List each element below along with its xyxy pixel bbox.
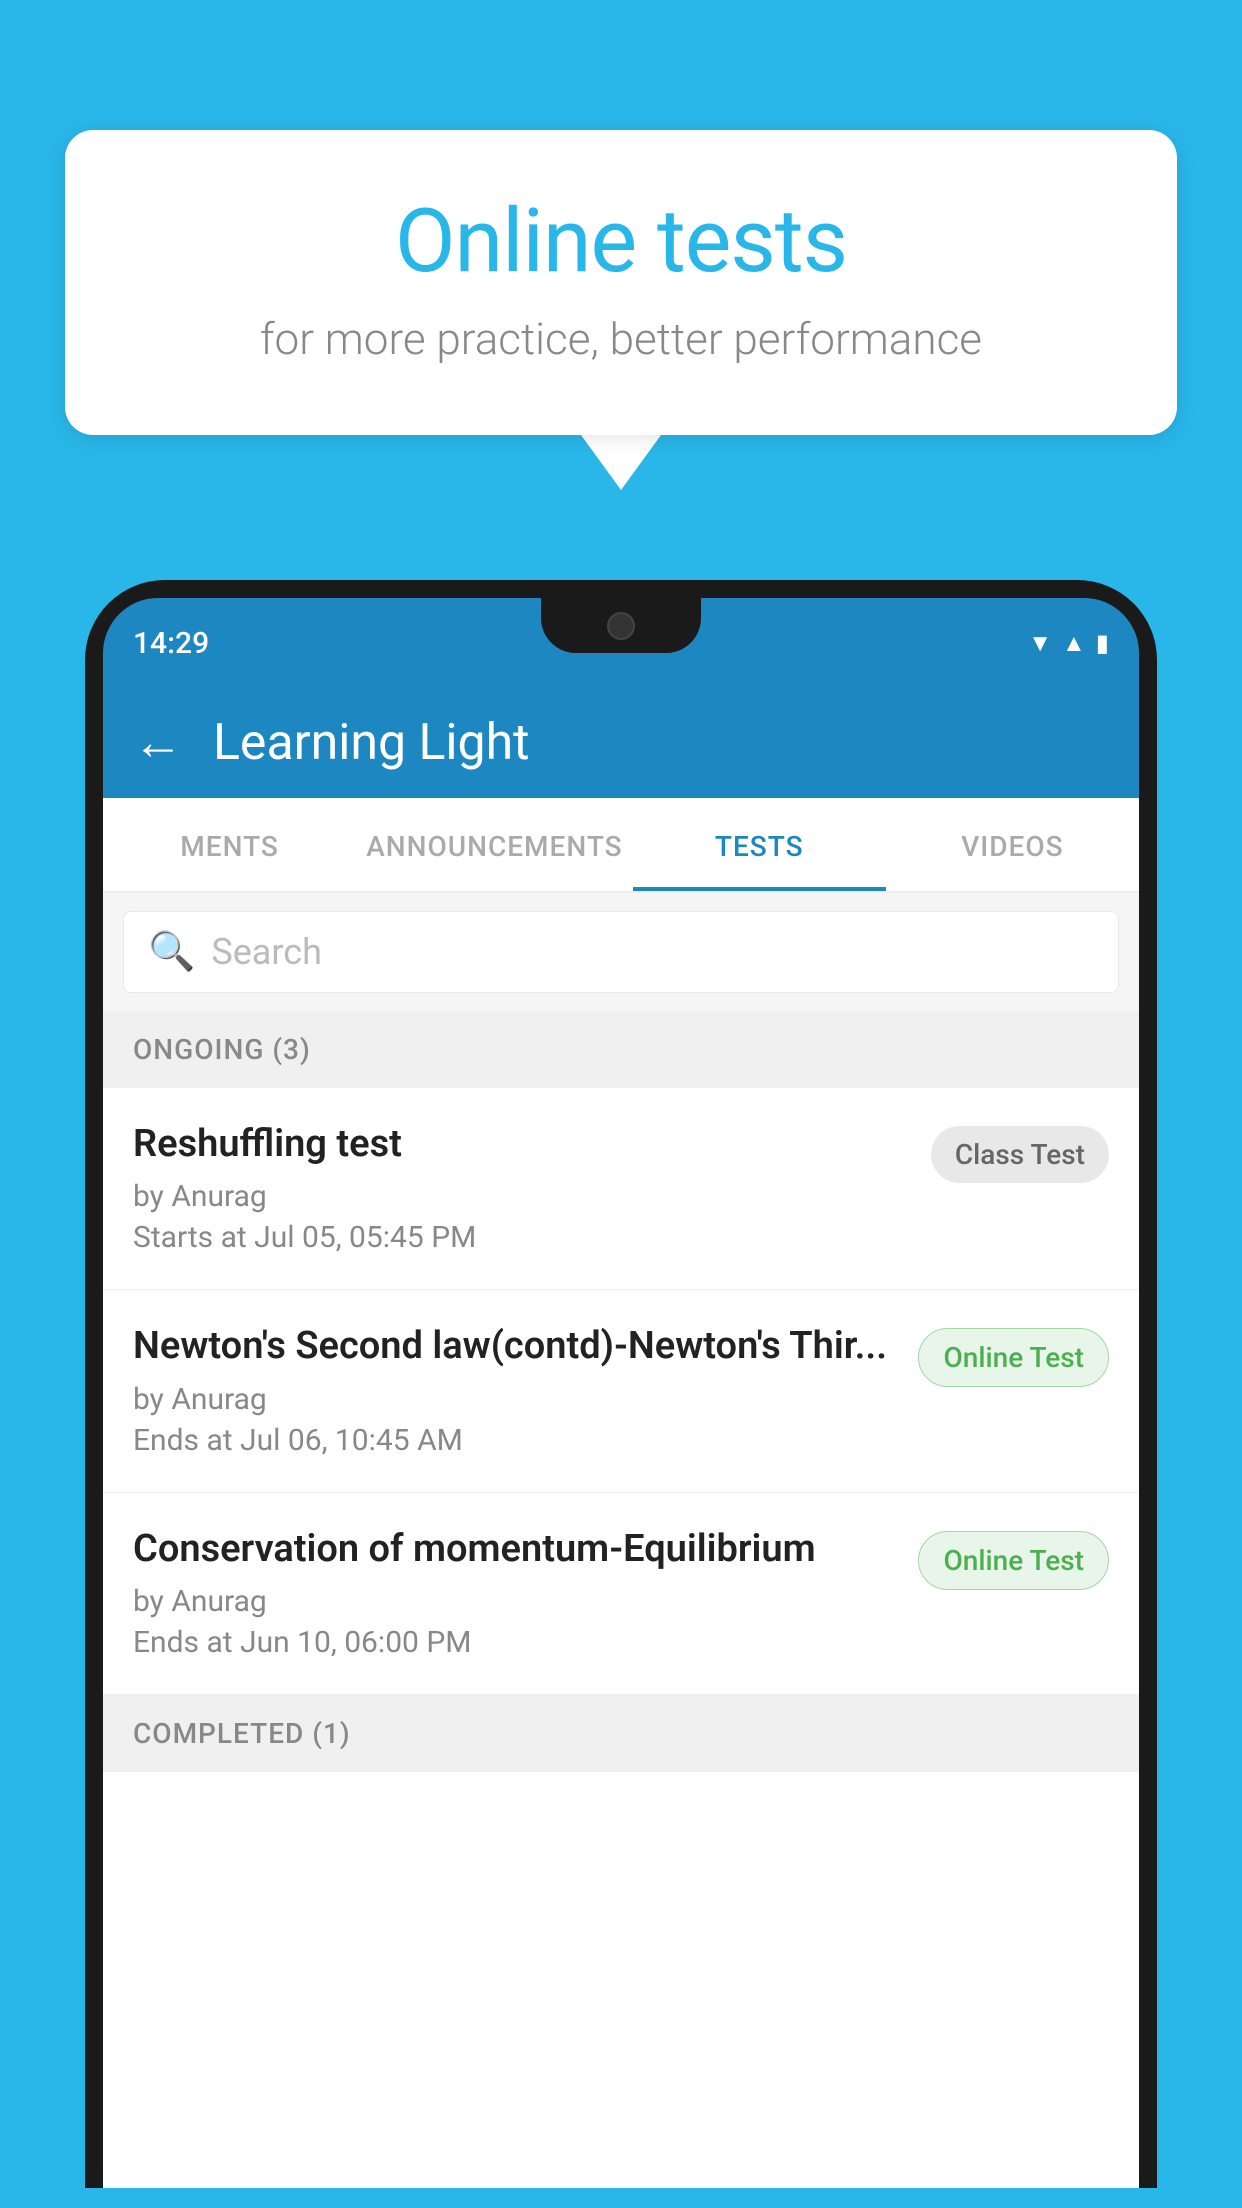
signal-icon: ▲ (1062, 629, 1086, 658)
tab-announcements[interactable]: ANNOUNCEMENTS (356, 798, 632, 891)
search-box[interactable]: 🔍 Search (123, 911, 1119, 993)
speech-bubble-pointer (581, 435, 661, 490)
speech-bubble: Online tests for more practice, better p… (65, 130, 1177, 435)
test-title: Conservation of momentum-Equilibrium (133, 1525, 898, 1574)
tab-ments[interactable]: MENTS (103, 798, 356, 891)
test-badge-online: Online Test (918, 1328, 1109, 1387)
test-item-content: Conservation of momentum-Equilibrium by … (133, 1525, 918, 1666)
speech-bubble-section: Online tests for more practice, better p… (65, 130, 1177, 490)
camera (607, 612, 635, 640)
test-item-content: Newton's Second law(contd)-Newton's Thir… (133, 1322, 918, 1463)
test-item[interactable]: Newton's Second law(contd)-Newton's Thir… (103, 1290, 1139, 1492)
phone-time: 14:29 (133, 626, 209, 661)
test-badge-online: Online Test (918, 1531, 1109, 1590)
battery-icon: ▮ (1096, 629, 1109, 657)
test-date: Starts at Jul 05, 05:45 PM (133, 1220, 911, 1255)
speech-bubble-title: Online tests (145, 190, 1097, 293)
test-item-content: Reshuffling test by Anurag Starts at Jul… (133, 1120, 931, 1261)
test-title: Newton's Second law(contd)-Newton's Thir… (133, 1322, 898, 1371)
test-author: by Anurag (133, 1382, 898, 1417)
test-author: by Anurag (133, 1584, 898, 1619)
phone-outer: 14:29 ▼ ▲ ▮ ← Learning Light MENTS (85, 580, 1157, 2188)
app-title: Learning Light (213, 714, 530, 772)
phone-notch (541, 598, 701, 653)
completed-section-header: COMPLETED (1) (103, 1695, 1139, 1772)
test-date: Ends at Jun 10, 06:00 PM (133, 1625, 898, 1660)
speech-bubble-subtitle: for more practice, better performance (145, 313, 1097, 365)
test-date: Ends at Jul 06, 10:45 AM (133, 1423, 898, 1458)
status-icons: ▼ ▲ ▮ (1028, 629, 1109, 658)
search-placeholder: Search (211, 931, 322, 973)
tabs-bar: MENTS ANNOUNCEMENTS TESTS VIDEOS (103, 798, 1139, 893)
status-bar: 14:29 ▼ ▲ ▮ (103, 598, 1139, 688)
app-screen: ← Learning Light MENTS ANNOUNCEMENTS TES… (103, 688, 1139, 2188)
tab-tests[interactable]: TESTS (633, 798, 886, 891)
test-title: Reshuffling test (133, 1120, 911, 1169)
test-author: by Anurag (133, 1179, 911, 1214)
search-icon: 🔍 (148, 930, 195, 974)
back-button[interactable]: ← (133, 718, 183, 768)
test-item[interactable]: Reshuffling test by Anurag Starts at Jul… (103, 1088, 1139, 1290)
tab-videos[interactable]: VIDEOS (886, 798, 1139, 891)
search-container: 🔍 Search (103, 893, 1139, 1011)
test-badge-class: Class Test (931, 1126, 1109, 1183)
app-toolbar: ← Learning Light (103, 688, 1139, 798)
ongoing-section-header: ONGOING (3) (103, 1011, 1139, 1088)
wifi-icon: ▼ (1028, 629, 1052, 658)
phone-mockup: 14:29 ▼ ▲ ▮ ← Learning Light MENTS (85, 580, 1157, 2208)
test-item[interactable]: Conservation of momentum-Equilibrium by … (103, 1493, 1139, 1695)
